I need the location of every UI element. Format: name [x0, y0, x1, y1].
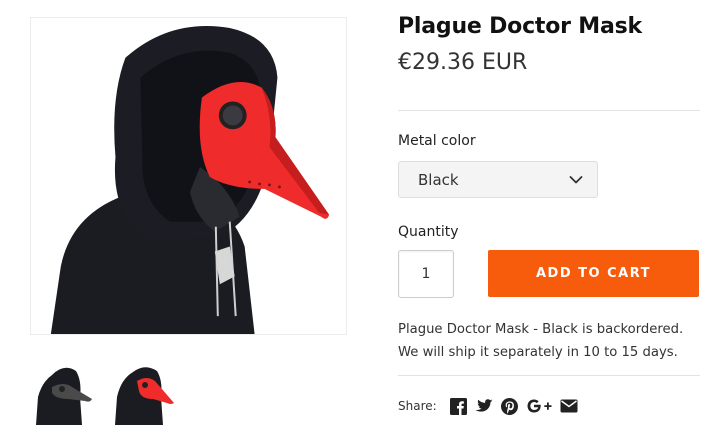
- pinterest-icon[interactable]: [500, 397, 518, 415]
- twitter-icon[interactable]: [474, 398, 493, 414]
- color-select[interactable]: Black: [398, 161, 598, 198]
- color-option-label: Metal color: [398, 133, 476, 149]
- black-mask-thumbnail-image: [30, 357, 94, 425]
- facebook-icon[interactable]: [449, 397, 467, 415]
- divider: [398, 375, 700, 376]
- backorder-note: Plague Doctor Mask - Black is backordere…: [398, 322, 684, 360]
- product-price: €29.36 EUR: [398, 50, 528, 75]
- quantity-input[interactable]: 1: [398, 250, 454, 298]
- add-to-cart-button[interactable]: ADD TO CART: [488, 250, 699, 297]
- chevron-down-icon: [569, 176, 583, 184]
- thumbnail-black-mask[interactable]: [30, 357, 94, 425]
- email-icon[interactable]: [560, 399, 578, 413]
- divider: [398, 110, 700, 111]
- share-bar: Share:: [398, 396, 586, 416]
- plague-mask-photo: [31, 18, 346, 334]
- color-select-value: Black: [418, 170, 459, 189]
- share-label: Share:: [398, 399, 437, 413]
- google-plus-icon[interactable]: [526, 398, 552, 414]
- product-title: Plague Doctor Mask: [398, 14, 642, 39]
- product-main-image[interactable]: [30, 17, 347, 335]
- thumbnail-red-mask[interactable]: [111, 357, 175, 425]
- quantity-label: Quantity: [398, 224, 459, 240]
- red-mask-thumbnail-image: [111, 357, 175, 425]
